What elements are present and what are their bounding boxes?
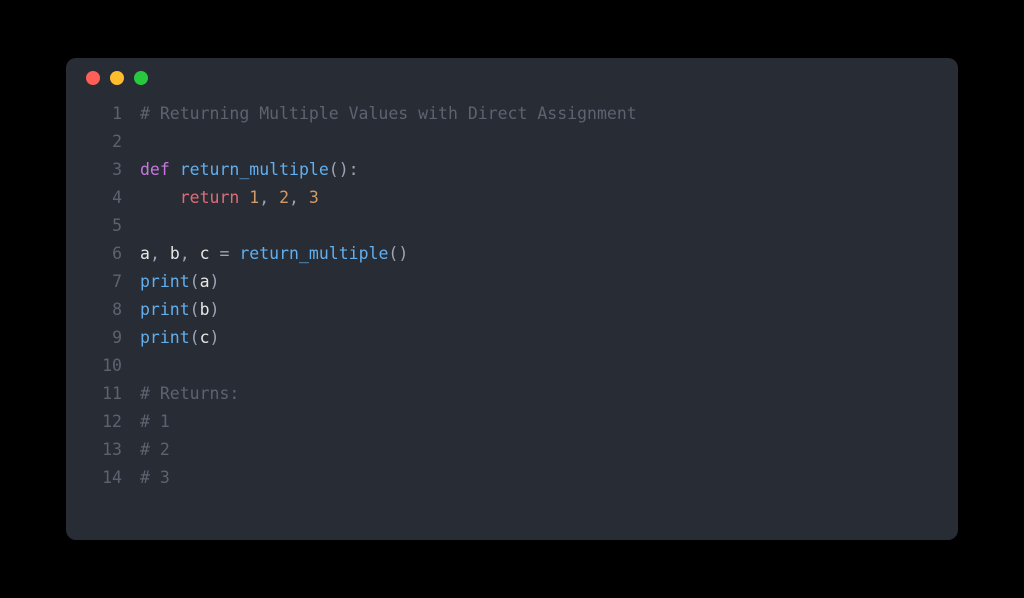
line-number: 12 (66, 408, 140, 436)
code-token: print (140, 272, 190, 291)
line-content: print(a) (140, 268, 219, 296)
code-token: # 1 (140, 412, 170, 431)
code-token: return_multiple (239, 244, 388, 263)
code-token (210, 244, 220, 263)
line-content: # Returning Multiple Values with Direct … (140, 100, 637, 128)
line-number: 8 (66, 296, 140, 324)
code-token (239, 188, 249, 207)
close-icon[interactable] (86, 71, 100, 85)
code-token: # 3 (140, 468, 170, 487)
code-token: print (140, 300, 190, 319)
code-token: a (140, 244, 150, 263)
code-token: ( (190, 272, 200, 291)
line-number: 9 (66, 324, 140, 352)
line-content: print(b) (140, 296, 219, 324)
code-token: a (200, 272, 210, 291)
line-content: # Returns: (140, 380, 239, 408)
line-content: # 1 (140, 408, 170, 436)
maximize-icon[interactable] (134, 71, 148, 85)
line-content: # 2 (140, 436, 170, 464)
line-content: print(c) (140, 324, 219, 352)
code-line: 6a, b, c = return_multiple() (66, 240, 958, 268)
code-token: b (170, 244, 180, 263)
line-number: 3 (66, 156, 140, 184)
line-number: 14 (66, 464, 140, 492)
code-line: 1# Returning Multiple Values with Direct… (66, 100, 958, 128)
code-token: b (200, 300, 210, 319)
window-titlebar (66, 58, 958, 98)
line-number: 2 (66, 128, 140, 156)
code-token (140, 188, 180, 207)
code-token: ) (210, 272, 220, 291)
code-line: 9print(c) (66, 324, 958, 352)
line-content: def return_multiple(): (140, 156, 359, 184)
line-number: 4 (66, 184, 140, 212)
code-token: return (180, 188, 240, 207)
code-token: 2 (279, 188, 289, 207)
code-token: c (200, 244, 210, 263)
line-number: 1 (66, 100, 140, 128)
code-line: 5 (66, 212, 958, 240)
code-token: # 2 (140, 440, 170, 459)
code-token: ) (210, 300, 220, 319)
line-number: 10 (66, 352, 140, 380)
code-token: , (259, 188, 279, 207)
code-line: 8print(b) (66, 296, 958, 324)
line-number: 5 (66, 212, 140, 240)
code-token: 3 (309, 188, 319, 207)
minimize-icon[interactable] (110, 71, 124, 85)
code-token (229, 244, 239, 263)
code-token: = (220, 244, 230, 263)
line-content: return 1, 2, 3 (140, 184, 319, 212)
line-number: 11 (66, 380, 140, 408)
code-token: c (200, 328, 210, 347)
editor-window: 1# Returning Multiple Values with Direct… (66, 58, 958, 540)
line-content: a, b, c = return_multiple() (140, 240, 408, 268)
code-line: 10 (66, 352, 958, 380)
code-line: 14# 3 (66, 464, 958, 492)
code-token: (): (329, 160, 359, 179)
code-line: 3def return_multiple(): (66, 156, 958, 184)
code-line: 12# 1 (66, 408, 958, 436)
line-number: 13 (66, 436, 140, 464)
code-token: # Returning Multiple Values with Direct … (140, 104, 637, 123)
code-token: , (289, 188, 309, 207)
code-token: , (180, 244, 200, 263)
code-line: 13# 2 (66, 436, 958, 464)
line-number: 6 (66, 240, 140, 268)
code-token: 1 (249, 188, 259, 207)
code-token: ( (190, 300, 200, 319)
code-line: 4 return 1, 2, 3 (66, 184, 958, 212)
code-token: ( (190, 328, 200, 347)
code-token: print (140, 328, 190, 347)
code-line: 7print(a) (66, 268, 958, 296)
code-line: 11# Returns: (66, 380, 958, 408)
code-token: def (140, 160, 170, 179)
line-number: 7 (66, 268, 140, 296)
line-content: # 3 (140, 464, 170, 492)
code-token: return_multiple (180, 160, 329, 179)
code-area: 1# Returning Multiple Values with Direct… (66, 98, 958, 492)
code-token: , (150, 244, 170, 263)
code-token: ) (210, 328, 220, 347)
code-token (170, 160, 180, 179)
code-token: # Returns: (140, 384, 239, 403)
code-token: () (388, 244, 408, 263)
code-line: 2 (66, 128, 958, 156)
